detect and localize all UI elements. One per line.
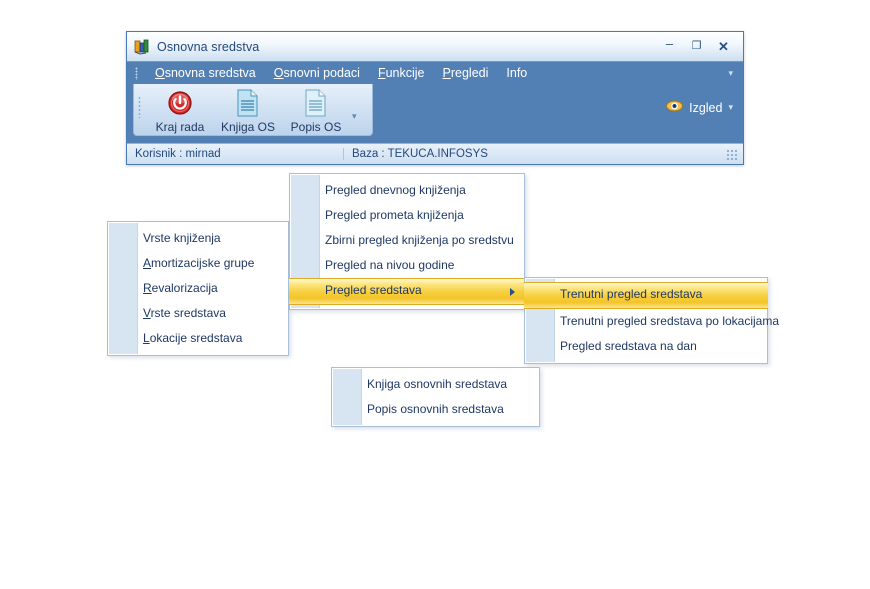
submenu-pregled-sredstava: Trenutni pregled sredstava Trenutni preg…: [524, 277, 779, 364]
resize-grip-icon[interactable]: [725, 147, 738, 161]
ribbon-button-label: Knjiga OS: [220, 120, 276, 134]
chevron-down-icon[interactable]: ▾: [728, 68, 733, 78]
submenu-arrow-icon: [510, 287, 515, 296]
menu-item-pregled-sredstava-na-dan[interactable]: Pregled sredstava na dan: [525, 334, 767, 359]
minimize-button[interactable]: –: [663, 37, 676, 50]
menu-item-pregled-sredstava[interactable]: Pregled sredstava: [289, 278, 525, 305]
menu-funkcije: Knjiga osnovnih sredstava Popis osnovnih…: [331, 367, 540, 427]
title-bar: Osnovna sredstva – ❐ ✕: [127, 32, 743, 62]
menu-osnovni-podaci: Vrste knjiženja Amortizacijske grupe Rev…: [107, 221, 289, 356]
window-controls: – ❐ ✕: [663, 37, 739, 53]
document-icon: [236, 88, 260, 118]
ribbon-button-label: Kraj rada: [155, 120, 205, 134]
document-icon: [304, 88, 328, 118]
menu-list: Knjiga osnovnih sredstava Popis osnovnih…: [332, 368, 539, 426]
status-bar: Korisnik : mirnad Baza : TEKUCA.INFOSYS: [127, 143, 743, 164]
view-selector-label: Izgled: [689, 100, 723, 115]
menu-item-amortizacijske-grupe[interactable]: Amortizacijske grupe: [108, 251, 288, 276]
menu-item-lokacije-sredstava[interactable]: Lokacije sredstava: [108, 326, 288, 351]
menu-item-vrste-knjizenja[interactable]: Vrste knjiženja: [108, 226, 288, 251]
menu-list: Vrste knjiženja Amortizacijske grupe Rev…: [108, 222, 288, 355]
ribbon-expand-chevron-down-icon[interactable]: ▾: [352, 98, 357, 121]
ribbon: Kraj rada Knjiga OS Popis OS ▾ Izgled ▾: [127, 84, 743, 142]
eye-icon: [666, 100, 684, 115]
menu-item-revalorizacija[interactable]: Revalorizacija: [108, 276, 288, 301]
menu-item-pregled-dnevnog-knjizenja[interactable]: Pregled dnevnog knjiženja: [290, 178, 524, 203]
menu-item-trenutni-pregled-sredstava[interactable]: Trenutni pregled sredstava: [524, 282, 768, 309]
menubar-item-osnovna-sredstva[interactable]: Osnovna sredstva: [146, 66, 265, 80]
app-icon: [134, 39, 150, 55]
menu-item-knjiga-osnovnih-sredstava[interactable]: Knjiga osnovnih sredstava: [332, 372, 539, 397]
menu-bar: Osnovna sredstva Osnovni podaci Funkcije…: [127, 62, 743, 84]
menubar-item-info[interactable]: Info: [497, 66, 536, 80]
power-icon: [167, 88, 193, 118]
maximize-button[interactable]: ❐: [690, 41, 703, 52]
ribbon-grip-icon: [138, 96, 141, 118]
close-button[interactable]: ✕: [717, 40, 730, 53]
window-title: Osnovna sredstva: [157, 39, 260, 54]
menubar-item-pregledi[interactable]: Pregledi: [434, 66, 498, 80]
menu-list: Trenutni pregled sredstava Trenutni preg…: [524, 278, 779, 363]
menu-item-vrste-sredstava[interactable]: Vrste sredstava: [108, 301, 288, 326]
menubar-item-osnovni-podaci[interactable]: Osnovni podaci: [265, 66, 369, 80]
menubar-item-funkcije[interactable]: Funkcije: [369, 66, 434, 80]
menu-item-pregled-na-nivou-godine[interactable]: Pregled na nivou godine: [290, 253, 524, 278]
menu-item-pregled-prometa-knjizenja[interactable]: Pregled prometa knjiženja: [290, 203, 524, 228]
menu-item-label: Pregled sredstava: [325, 283, 422, 297]
ribbon-button-kraj-rada[interactable]: Kraj rada: [146, 84, 214, 134]
chevron-down-icon[interactable]: ▾: [728, 103, 733, 112]
view-selector[interactable]: Izgled ▾: [666, 100, 733, 115]
menu-pregledi: Pregled dnevnog knjiženja Pregled promet…: [289, 173, 525, 310]
status-user: Korisnik : mirnad: [127, 148, 344, 160]
menu-item-zbirni-pregled-knjizenja-po-sredstvu[interactable]: Zbirni pregled knjiženja po sredstvu: [290, 228, 524, 253]
ribbon-group: Kraj rada Knjiga OS Popis OS ▾: [133, 84, 373, 136]
ribbon-button-knjiga-os[interactable]: Knjiga OS: [214, 84, 282, 134]
ribbon-button-popis-os[interactable]: Popis OS: [282, 84, 350, 134]
menu-item-popis-osnovnih-sredstava[interactable]: Popis osnovnih sredstava: [332, 397, 539, 422]
menu-bar-grip-icon: [135, 66, 138, 80]
status-database: Baza : TEKUCA.INFOSYS: [352, 148, 488, 160]
menu-item-trenutni-pregled-sredstava-po-lokacijama[interactable]: Trenutni pregled sredstava po lokacijama: [525, 309, 779, 334]
ribbon-button-label: Popis OS: [290, 120, 342, 134]
menu-list: Pregled dnevnog knjiženja Pregled promet…: [289, 174, 525, 309]
application-window: Osnovna sredstva – ❐ ✕ Osnovna sredstva …: [126, 31, 744, 165]
